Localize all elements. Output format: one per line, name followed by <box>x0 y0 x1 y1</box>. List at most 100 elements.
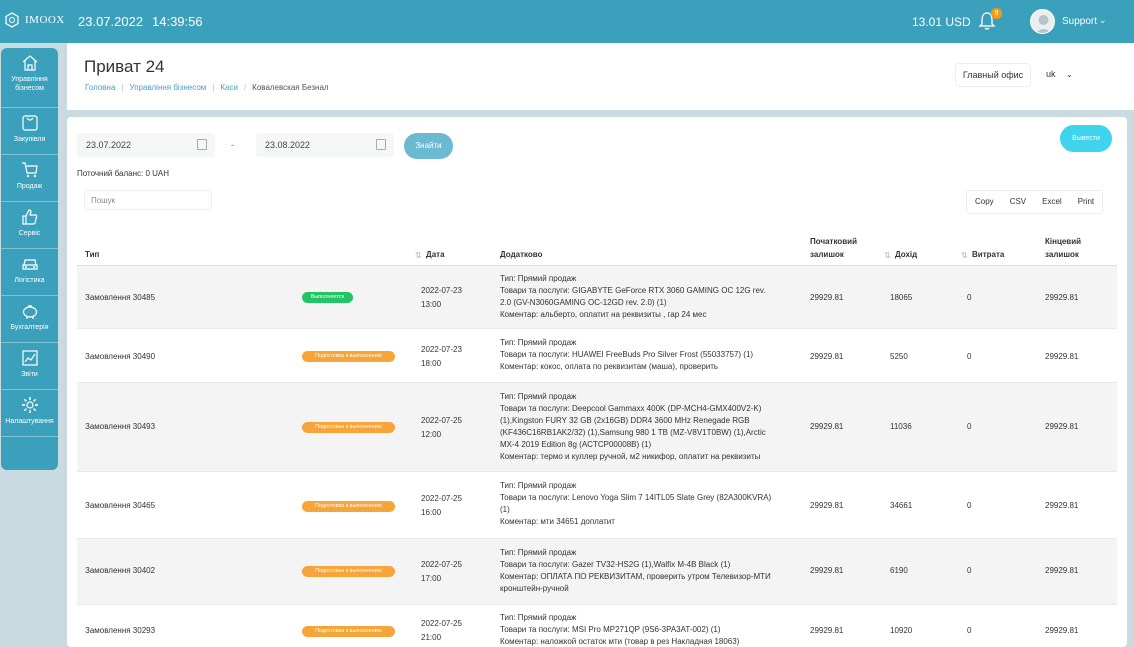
table-header: Тип ⇅ Дата Додатково Початковий залишок ⇅ Д… <box>77 229 1117 266</box>
table-row[interactable]: Замовлення 30490 Подготовка к выполнению… <box>77 329 1117 383</box>
row-type[interactable]: Замовлення 30485 <box>85 292 155 304</box>
row-type[interactable]: Замовлення 30293 <box>85 625 155 637</box>
row-details-line: Товари та послуги: Gazer TV32-HS2G (1),W… <box>500 560 731 569</box>
row-details-line: Товари та послуги: HUAWEI FreeBuds Pro S… <box>500 350 754 359</box>
date-range-dash: - <box>231 140 234 150</box>
date-from-input[interactable]: 23.07.2022 <box>77 133 215 157</box>
row-details-line: Коментар: кокос, оплата по реквизитам (м… <box>500 362 719 371</box>
status-badge: Подготовка к выполнению <box>302 351 395 362</box>
row-details: Тип: Прямий продаж Товари та послуги: HU… <box>500 337 800 373</box>
breadcrumb-cash[interactable]: Каси <box>220 83 238 92</box>
breadcrumb-separator: | <box>121 83 124 92</box>
table-row[interactable]: Замовлення 30402 Подготовка к выполнению… <box>77 539 1117 605</box>
sidebar-item-reports[interactable]: Звіти <box>1 343 58 390</box>
csv-button[interactable]: CSV <box>1002 191 1034 213</box>
sidebar-item-label: Логістика <box>14 277 45 284</box>
search-input[interactable]: Пошук <box>84 190 212 210</box>
chevron-down-icon: ⌄ <box>1066 70 1073 79</box>
office-selector[interactable]: Главный офис <box>955 63 1031 87</box>
row-details-line: MX-4 2019 Edition 8g (ACTCP00008B) (1) <box>500 440 652 449</box>
breadcrumb-separator: | <box>212 83 215 92</box>
page-title: Приват 24 <box>84 57 165 76</box>
find-button[interactable]: Знайти <box>404 133 453 159</box>
date-to-input[interactable]: 23.08.2022 <box>256 133 394 157</box>
sidebar-item-logistics[interactable]: Логістика <box>1 249 58 296</box>
row-details-line: Тип: Прямий продаж <box>500 481 577 490</box>
row-type[interactable]: Замовлення 30490 <box>85 351 155 363</box>
current-time: 14:39:56 <box>152 14 203 29</box>
row-date: 2022-07-25 12:00 <box>421 415 462 441</box>
row-income: 18065 <box>890 293 913 302</box>
column-header-income-label: Дохід <box>895 250 918 259</box>
row-expense: 0 <box>967 293 972 302</box>
excel-button[interactable]: Excel <box>1034 191 1070 213</box>
column-header-date[interactable]: ⇅ Дата <box>415 249 445 260</box>
row-details-line: 2.0 (GV-N3060GAMING OC-12GD rev. 2.0) (1… <box>500 298 667 307</box>
column-header-details[interactable]: Додатково <box>500 249 543 260</box>
table-row[interactable]: Замовлення 30465 Подготовка к выполнению… <box>77 472 1117 539</box>
column-header-type[interactable]: Тип <box>85 249 99 260</box>
row-date: 2022-07-25 17:00 <box>421 559 462 585</box>
breadcrumb-business[interactable]: Управління бізнесом <box>129 83 206 92</box>
row-details-line: Коментар: термо и куллер ручной, м2 ники… <box>500 452 761 461</box>
user-avatar-icon <box>1035 15 1052 33</box>
status-badge: Подготовка к выполнению <box>302 626 395 637</box>
sidebar-item-purchases[interactable]: Закупівля <box>1 108 58 155</box>
sort-icon: ⇅ <box>961 251 968 260</box>
status-badge: Подготовка к выполнению <box>302 566 395 577</box>
row-date-time: 17:00 <box>421 574 442 583</box>
row-type[interactable]: Замовлення 30493 <box>85 421 155 433</box>
notification-badge: 9 <box>991 8 1002 19</box>
logo[interactable]: IMOOX <box>4 12 65 28</box>
table-row[interactable]: Замовлення 30493 Подготовка к выполнению… <box>77 383 1117 472</box>
row-date-time: 16:00 <box>421 508 442 517</box>
row-details-line: (1) <box>500 505 510 514</box>
language-selector[interactable]: uk ⌄ <box>1037 63 1083 87</box>
page-header: Приват 24 Головна | Управління бізнесом … <box>67 43 1134 110</box>
copy-button[interactable]: Copy <box>967 191 1002 213</box>
column-header-end-balance-line2: залишок <box>1045 250 1079 259</box>
column-header-expense[interactable]: ⇅ Витрата <box>961 249 1004 260</box>
row-start-balance: 29929.81 <box>810 422 844 431</box>
cart-icon <box>21 162 38 178</box>
calendar-icon[interactable] <box>376 139 386 150</box>
calendar-icon[interactable] <box>197 139 207 150</box>
row-start-balance: 29929.81 <box>810 566 844 575</box>
thumbs-up-icon <box>21 209 37 225</box>
row-income: 34661 <box>890 501 913 510</box>
table-row[interactable]: Замовлення 30485 Выполняется 2022-07-23 1… <box>77 266 1117 329</box>
row-expense: 0 <box>967 352 972 361</box>
row-details-line: Тип: Прямий продаж <box>500 613 577 622</box>
sidebar-item-settings[interactable]: Налаштування <box>1 390 58 437</box>
column-header-end-balance-line1: Кінцевий <box>1045 237 1082 246</box>
column-header-start-balance-line2: залишок <box>810 250 844 259</box>
row-details: Тип: Прямий продаж Товари та послуги: MS… <box>500 612 800 647</box>
sidebar-item-sales[interactable]: Продаж <box>1 155 58 202</box>
row-date-day: 2022-07-25 <box>421 416 462 425</box>
sidebar-item-business[interactable]: Управління бізнесом <box>1 48 58 108</box>
row-details-line: Товари та послуги: Lenovo Yoga Slim 7 14… <box>500 493 772 502</box>
clipboard-icon <box>21 115 38 131</box>
row-date-day: 2022-07-25 <box>421 619 462 628</box>
table-row[interactable]: Замовлення 30293 Подготовка к выполнению… <box>77 605 1117 647</box>
column-header-income[interactable]: ⇅ Дохід <box>884 249 917 260</box>
column-header-date-label: Дата <box>426 250 445 259</box>
avatar[interactable] <box>1030 9 1055 34</box>
row-income: 6190 <box>890 566 908 575</box>
user-name[interactable]: Support <box>1062 16 1097 27</box>
sidebar-item-service[interactable]: Сервіс <box>1 202 58 249</box>
row-date-time: 21:00 <box>421 633 442 642</box>
sidebar-item-accounting[interactable]: Бухгалтерія <box>1 296 58 343</box>
row-type[interactable]: Замовлення 30465 <box>85 500 155 512</box>
row-type[interactable]: Замовлення 30402 <box>85 565 155 577</box>
car-icon <box>21 259 38 270</box>
row-date-day: 2022-07-25 <box>421 560 462 569</box>
column-header-end-balance[interactable]: Кінцевий залишок <box>1045 236 1081 260</box>
column-header-start-balance[interactable]: Початковий залишок <box>810 236 857 260</box>
status-badge: Подготовка к выполнению <box>302 422 395 433</box>
print-button[interactable]: Print <box>1070 191 1102 213</box>
current-balance: Поточний баланс: 0 UAH <box>77 169 170 178</box>
breadcrumb-home[interactable]: Головна <box>85 83 115 92</box>
chevron-down-icon[interactable]: ⌄ <box>1099 15 1107 26</box>
output-button[interactable]: Вывести <box>1060 125 1112 152</box>
